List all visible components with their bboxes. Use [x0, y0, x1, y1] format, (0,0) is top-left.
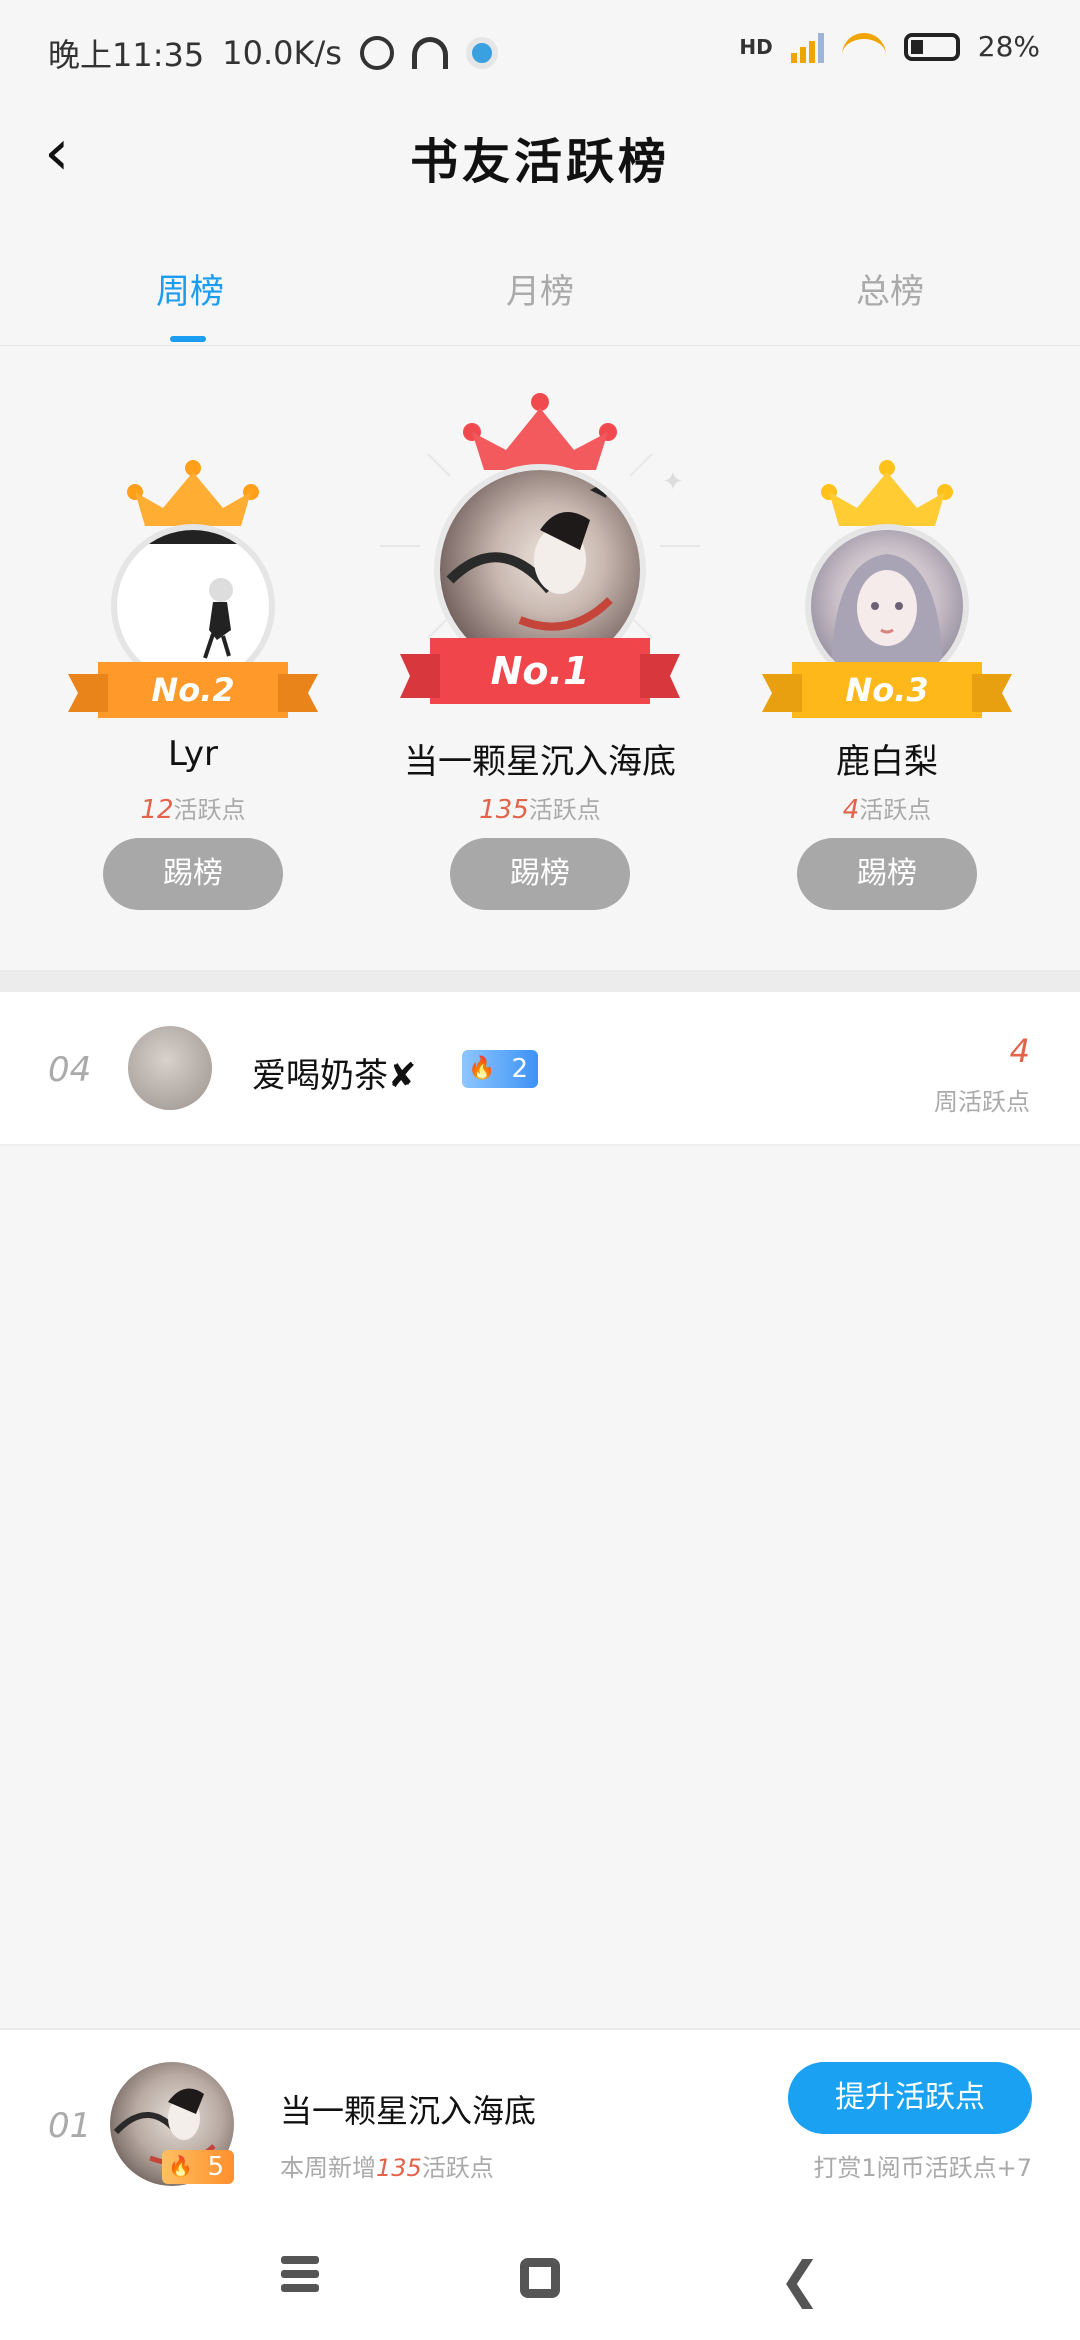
system-nav-bar: ❮	[0, 2210, 1080, 2340]
list-item[interactable]: 04 爱喝奶茶✘ 🔥 2 4 周活跃点	[0, 992, 1080, 1146]
kick-rank-button[interactable]: 踢榜	[103, 838, 283, 910]
podium-points: 4活跃点	[737, 790, 1037, 825]
podium-first: ✦ No.1 当一颗星沉入海底 135活跃点 踢榜	[380, 346, 700, 966]
flame-icon: 🔥	[168, 2154, 193, 2178]
boost-hint: 打赏1阅币活跃点+7	[813, 2154, 1032, 2182]
my-weekly-points: 本周新增135活跃点	[280, 2148, 494, 2183]
signal-icon	[790, 31, 824, 63]
my-rank: 01	[48, 2106, 92, 2146]
rank-label: No.3	[845, 671, 929, 709]
status-speed: 10.0K/s	[222, 34, 342, 72]
rank-label: No.2	[151, 671, 235, 709]
list-rank: 04	[48, 1050, 92, 1090]
recent-apps-button[interactable]	[270, 2250, 330, 2310]
points-value: 12	[140, 795, 174, 825]
battery-level: 28%	[977, 30, 1040, 63]
rank-label: No.1	[490, 649, 590, 693]
kick-rank-button[interactable]: 踢榜	[797, 838, 977, 910]
avatar[interactable]	[128, 1026, 212, 1110]
status-right: HD 28%	[739, 30, 1040, 63]
battery-icon	[903, 32, 960, 61]
tab-monthly[interactable]: 月榜	[360, 264, 720, 313]
podium-points: 135活跃点	[390, 790, 690, 825]
crown-icon	[463, 393, 617, 470]
boost-activity-button[interactable]: 提升活跃点	[788, 2062, 1032, 2134]
sub-points: 135	[376, 2154, 422, 2182]
list-points-label: 周活跃点	[934, 1088, 1030, 1116]
podium-name: Lyr	[168, 734, 218, 774]
sub-prefix: 本周新增	[280, 2154, 376, 2182]
list-points: 4	[1009, 1032, 1030, 1070]
ranking-tabs: 周榜 月榜 总榜	[0, 240, 1080, 347]
avatar-image	[147, 530, 247, 659]
svg-text:✦: ✦	[662, 467, 684, 497]
my-ranking-bar: 01 🔥 5 当一颗星沉入海底 本周新增135活跃点 提升活跃点 打赏1阅币活跃…	[0, 2028, 1080, 2210]
points-label: 活跃点	[528, 796, 601, 824]
avatar-image	[831, 554, 943, 680]
status-time: 晚上11:35	[48, 36, 205, 74]
alarm-icon	[359, 36, 394, 70]
points-label: 活跃点	[859, 796, 932, 824]
home-icon	[520, 2258, 560, 2298]
podium-third: No.3 鹿白梨 4活跃点 踢榜	[737, 346, 1037, 966]
rank-ribbon-first: No.1	[400, 638, 680, 704]
notification-app-icon	[465, 37, 498, 69]
tab-total[interactable]: 总榜	[710, 264, 1070, 313]
headphones-icon	[411, 37, 448, 69]
tab-weekly[interactable]: 周榜	[10, 264, 370, 313]
podium-name: 当一颗星沉入海底	[404, 742, 676, 782]
home-button[interactable]	[510, 2250, 570, 2310]
podium-name: 鹿白梨	[836, 742, 938, 782]
level-value: 5	[207, 2152, 224, 2182]
tab-active-indicator	[170, 336, 206, 342]
nav-back-button[interactable]: ❮	[770, 2250, 830, 2310]
wifi-icon	[841, 32, 886, 61]
level-value: 2	[511, 1054, 528, 1084]
podium: No.2 Lyr 12活跃点 踢榜 ✦ No.1 当一颗星沉入海底 135活跃点…	[0, 346, 1080, 970]
back-triangle-icon: ❮	[779, 2251, 821, 2309]
rank-ribbon-second: No.2	[68, 662, 318, 718]
list-name: 爱喝奶茶✘	[252, 1056, 417, 1096]
podium-second: No.2 Lyr 12活跃点 踢榜	[43, 346, 343, 966]
points-value: 4	[842, 795, 860, 825]
points-label: 活跃点	[173, 796, 246, 824]
podium-points: 12活跃点	[43, 790, 343, 825]
kick-rank-button[interactable]: 踢榜	[450, 838, 630, 910]
network-type: HD	[739, 34, 773, 59]
status-bar: 晚上11:35 10.0K/s HD 28%	[0, 0, 1080, 100]
crown-icon	[127, 460, 259, 526]
sub-suffix: 活跃点	[421, 2154, 494, 2182]
points-value: 135	[479, 795, 529, 825]
flame-icon: 🔥	[468, 1056, 496, 1081]
crown-icon	[821, 460, 953, 526]
page-title: 书友活跃榜	[409, 134, 670, 190]
level-badge: 🔥 2	[462, 1050, 538, 1088]
rank-ribbon-third: No.3	[762, 662, 1012, 718]
level-badge: 🔥 5	[162, 2150, 234, 2184]
my-name: 当一颗星沉入海底	[280, 2092, 537, 2130]
status-left: 晚上11:35 10.0K/s	[48, 30, 498, 76]
section-divider	[0, 970, 1080, 992]
